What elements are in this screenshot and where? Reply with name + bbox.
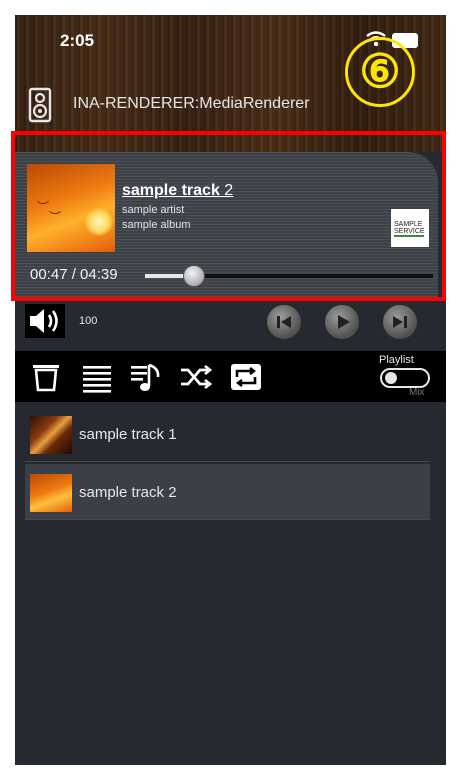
shuffle-icon[interactable] xyxy=(179,360,213,394)
renderer-selector[interactable]: INA-RENDERER:MediaRenderer xyxy=(27,85,357,129)
speaker-volume-icon xyxy=(30,309,58,333)
music-queue-icon[interactable] xyxy=(129,360,163,394)
mix-mode-label: Mix xyxy=(409,387,425,398)
phone-screen: 2:05 ⑥ INA-RENDERER:MediaRenderer ︶ ︶ sa… xyxy=(15,15,446,765)
renderer-label: INA-RENDERER:MediaRenderer xyxy=(73,95,310,112)
track-thumbnail xyxy=(30,416,72,454)
speaker-device-icon xyxy=(28,87,52,123)
previous-button[interactable] xyxy=(266,304,302,340)
track-thumbnail xyxy=(30,474,72,512)
toggle-knob xyxy=(385,372,397,384)
volume-button[interactable] xyxy=(25,304,65,338)
playlist-mix-toggle[interactable] xyxy=(380,368,430,388)
volume-level: 100 xyxy=(79,315,98,327)
playlist-item[interactable]: sample track 2 xyxy=(25,464,430,520)
previous-icon xyxy=(277,316,291,328)
repeat-icon[interactable] xyxy=(229,360,263,394)
transport-controls: 100 xyxy=(15,300,446,340)
playlist-item-label: sample track 2 xyxy=(79,484,177,501)
play-icon xyxy=(338,315,350,329)
play-button[interactable] xyxy=(324,304,360,340)
next-button[interactable] xyxy=(382,304,418,340)
playlist-item[interactable]: sample track 1 xyxy=(25,406,430,462)
status-time: 2:05 xyxy=(60,31,95,50)
list-icon[interactable] xyxy=(80,360,114,394)
trash-icon[interactable] xyxy=(29,360,63,394)
callout-highlight xyxy=(11,131,446,301)
playlist-mode-label: Playlist xyxy=(379,354,414,366)
playlist-item-label: sample track 1 xyxy=(79,426,177,443)
playlist-toolbar: Playlist Mix xyxy=(15,351,446,402)
next-icon xyxy=(393,316,407,328)
